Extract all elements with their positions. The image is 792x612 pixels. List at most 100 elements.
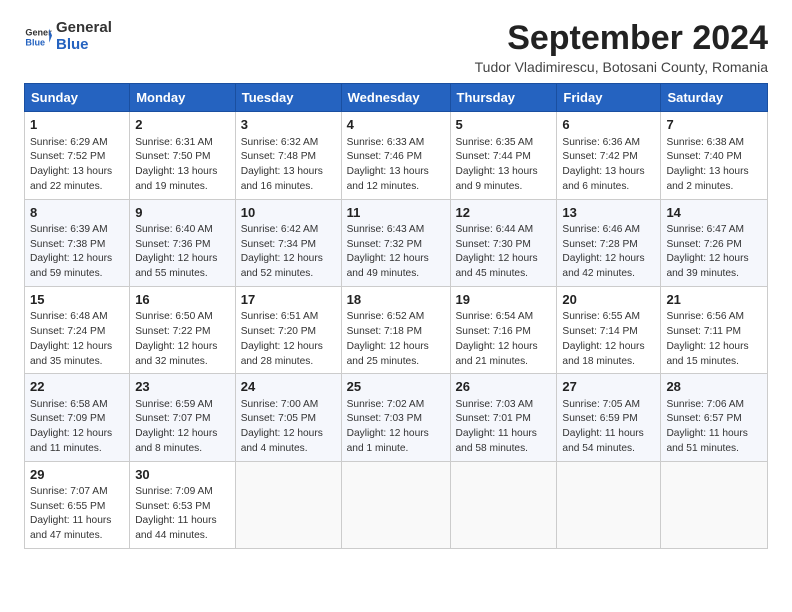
calendar-cell [235, 461, 341, 548]
calendar-cell [557, 461, 661, 548]
calendar-table: Sunday Monday Tuesday Wednesday Thursday… [24, 83, 768, 549]
col-tuesday: Tuesday [235, 84, 341, 112]
calendar-cell: 2Sunrise: 6:31 AMSunset: 7:50 PMDaylight… [130, 112, 236, 199]
col-thursday: Thursday [450, 84, 557, 112]
day-info: Sunrise: 6:35 AMSunset: 7:44 PMDaylight:… [456, 136, 552, 195]
day-number: 24 [241, 378, 336, 396]
day-number: 14 [666, 204, 762, 222]
calendar-cell: 10Sunrise: 6:42 AMSunset: 7:34 PMDayligh… [235, 199, 341, 286]
calendar-week-row: 29Sunrise: 7:07 AMSunset: 6:55 PMDayligh… [25, 461, 768, 548]
svg-text:General: General [25, 27, 52, 37]
calendar-cell [450, 461, 557, 548]
calendar-cell: 14Sunrise: 6:47 AMSunset: 7:26 PMDayligh… [661, 199, 768, 286]
page-subtitle: Tudor Vladimirescu, Botosani County, Rom… [475, 59, 768, 75]
calendar-cell: 26 Sunrise: 7:03 AMSunset: 7:01 PMDayligh… [450, 374, 557, 461]
day-info: Sunrise: 7:05 AMSunset: 6:59 PMDaylight:… [562, 398, 655, 457]
calendar-cell: 24 Sunrise: 7:00 AMSunset: 7:05 PMDayligh… [235, 374, 341, 461]
day-info: Sunrise: 6:39 AMSunset: 7:38 PMDaylight:… [30, 223, 124, 282]
day-number: 30 [135, 466, 230, 484]
day-number: 7 [666, 116, 762, 134]
logo-blue: Blue [56, 37, 112, 54]
calendar-cell: 15Sunrise: 6:48 AMSunset: 7:24 PMDayligh… [25, 287, 130, 374]
day-number: 20 [562, 291, 655, 309]
day-info: Sunrise: 7:06 AMSunset: 6:57 PMDaylight:… [666, 398, 762, 457]
page: General Blue General Blue September 2024… [0, 0, 792, 565]
day-number: 10 [241, 204, 336, 222]
day-number: 12 [456, 204, 552, 222]
day-number: 18 [347, 291, 445, 309]
day-number: 1 [30, 116, 124, 134]
day-info: Sunrise: 6:51 AMSunset: 7:20 PMDaylight:… [241, 310, 336, 369]
calendar-cell: 20Sunrise: 6:55 AMSunset: 7:14 PMDayligh… [557, 287, 661, 374]
calendar-cell: 13Sunrise: 6:46 AMSunset: 7:28 PMDayligh… [557, 199, 661, 286]
day-number: 19 [456, 291, 552, 309]
day-info: Sunrise: 7:00 AMSunset: 7:05 PMDaylight:… [241, 398, 336, 457]
calendar-cell: 7Sunrise: 6:38 AMSunset: 7:40 PMDaylight… [661, 112, 768, 199]
day-number: 28 [666, 378, 762, 396]
day-info: Sunrise: 6:48 AMSunset: 7:24 PMDaylight:… [30, 310, 124, 369]
day-number: 9 [135, 204, 230, 222]
calendar-cell: 30Sunrise: 7:09 AMSunset: 6:53 PMDayligh… [130, 461, 236, 548]
calendar-header-row: Sunday Monday Tuesday Wednesday Thursday… [25, 84, 768, 112]
day-number: 17 [241, 291, 336, 309]
calendar-week-row: 1 Sunrise: 6:29 AMSunset: 7:52 PMDaylight… [25, 112, 768, 199]
day-number: 15 [30, 291, 124, 309]
day-info: Sunrise: 6:47 AMSunset: 7:26 PMDaylight:… [666, 223, 762, 282]
calendar-cell: 21Sunrise: 6:56 AMSunset: 7:11 PMDayligh… [661, 287, 768, 374]
day-info: Sunrise: 7:03 AMSunset: 7:01 PMDaylight:… [456, 398, 552, 457]
calendar-cell: 18Sunrise: 6:52 AMSunset: 7:18 PMDayligh… [341, 287, 450, 374]
logo-icon: General Blue [24, 23, 52, 51]
calendar-cell: 1 Sunrise: 6:29 AMSunset: 7:52 PMDaylight… [25, 112, 130, 199]
day-number: 21 [666, 291, 762, 309]
day-info: Sunrise: 6:32 AMSunset: 7:48 PMDaylight:… [241, 136, 336, 195]
day-info: Sunrise: 6:55 AMSunset: 7:14 PMDaylight:… [562, 310, 655, 369]
day-info: Sunrise: 6:52 AMSunset: 7:18 PMDaylight:… [347, 310, 445, 369]
calendar-cell: 4Sunrise: 6:33 AMSunset: 7:46 PMDaylight… [341, 112, 450, 199]
day-info: Sunrise: 7:09 AMSunset: 6:53 PMDaylight:… [135, 485, 230, 544]
calendar-cell [661, 461, 768, 548]
day-info: Sunrise: 6:44 AMSunset: 7:30 PMDaylight:… [456, 223, 552, 282]
day-number: 5 [456, 116, 552, 134]
day-number: 8 [30, 204, 124, 222]
calendar-cell: 8Sunrise: 6:39 AMSunset: 7:38 PMDaylight… [25, 199, 130, 286]
day-number: 29 [30, 466, 124, 484]
day-number: 2 [135, 116, 230, 134]
calendar-cell: 5 Sunrise: 6:35 AMSunset: 7:44 PMDaylight… [450, 112, 557, 199]
day-info: Sunrise: 6:58 AMSunset: 7:09 PMDaylight:… [30, 398, 124, 457]
calendar-cell: 3 Sunrise: 6:32 AMSunset: 7:48 PMDaylight… [235, 112, 341, 199]
day-number: 22 [30, 378, 124, 396]
calendar-cell: 23 Sunrise: 6:59 AMSunset: 7:07 PMDayligh… [130, 374, 236, 461]
svg-text:Blue: Blue [25, 37, 45, 47]
day-info: Sunrise: 6:29 AMSunset: 7:52 PMDaylight:… [30, 136, 124, 195]
day-number: 27 [562, 378, 655, 396]
calendar-cell: 6 Sunrise: 6:36 AMSunset: 7:42 PMDaylight… [557, 112, 661, 199]
calendar-week-row: 22 Sunrise: 6:58 AMSunset: 7:09 PMDayligh… [25, 374, 768, 461]
day-info: Sunrise: 6:56 AMSunset: 7:11 PMDaylight:… [666, 310, 762, 369]
calendar-cell: 19Sunrise: 6:54 AMSunset: 7:16 PMDayligh… [450, 287, 557, 374]
calendar-cell: 22 Sunrise: 6:58 AMSunset: 7:09 PMDayligh… [25, 374, 130, 461]
logo-text: General Blue [56, 20, 112, 53]
day-number: 3 [241, 116, 336, 134]
logo-general: General [56, 20, 112, 37]
day-number: 25 [347, 378, 445, 396]
col-monday: Monday [130, 84, 236, 112]
day-info: Sunrise: 6:33 AMSunset: 7:46 PMDaylight:… [347, 136, 445, 195]
day-number: 26 [456, 378, 552, 396]
col-friday: Friday [557, 84, 661, 112]
day-info: Sunrise: 6:40 AMSunset: 7:36 PMDaylight:… [135, 223, 230, 282]
day-info: Sunrise: 7:07 AMSunset: 6:55 PMDaylight:… [30, 485, 124, 544]
calendar-cell [341, 461, 450, 548]
day-number: 23 [135, 378, 230, 396]
day-info: Sunrise: 6:54 AMSunset: 7:16 PMDaylight:… [456, 310, 552, 369]
calendar-week-row: 15Sunrise: 6:48 AMSunset: 7:24 PMDayligh… [25, 287, 768, 374]
col-wednesday: Wednesday [341, 84, 450, 112]
page-title: September 2024 [475, 20, 768, 57]
calendar-cell: 9Sunrise: 6:40 AMSunset: 7:36 PMDaylight… [130, 199, 236, 286]
day-info: Sunrise: 7:02 AMSunset: 7:03 PMDaylight:… [347, 398, 445, 457]
day-info: Sunrise: 6:59 AMSunset: 7:07 PMDaylight:… [135, 398, 230, 457]
day-number: 6 [562, 116, 655, 134]
day-info: Sunrise: 6:36 AMSunset: 7:42 PMDaylight:… [562, 136, 655, 195]
col-sunday: Sunday [25, 84, 130, 112]
day-info: Sunrise: 6:50 AMSunset: 7:22 PMDaylight:… [135, 310, 230, 369]
calendar-cell: 27 Sunrise: 7:05 AMSunset: 6:59 PMDayligh… [557, 374, 661, 461]
